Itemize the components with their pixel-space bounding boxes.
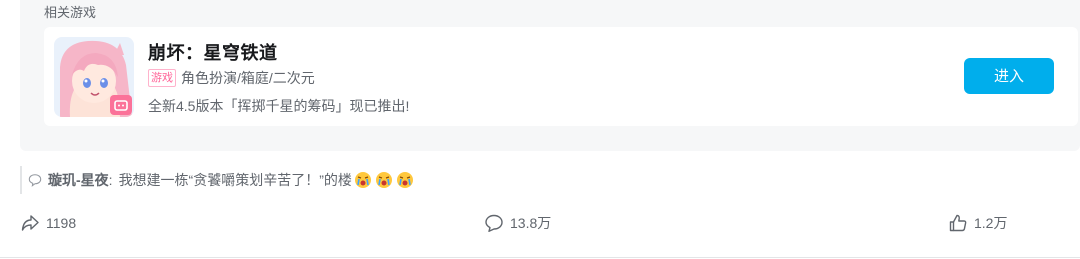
share-arrow-icon	[21, 215, 39, 231]
crying-face-emoji-icon	[396, 172, 413, 188]
crying-face-emoji-icon	[354, 172, 371, 188]
comment-count: 13.8万	[510, 215, 552, 231]
card-divider	[0, 257, 1080, 258]
game-genres: 角色扮演/箱庭/二次元	[181, 70, 315, 86]
forward-button[interactable]: 1198	[20, 213, 76, 233]
comment-username[interactable]: 璇玑-星夜	[48, 170, 109, 190]
like-button[interactable]: 1.2万	[948, 213, 1007, 233]
top-comment[interactable]: 璇玑-星夜 : 我想建一栋“贪饕嚼策划辛苦了！”的楼	[20, 166, 416, 194]
comment-button[interactable]: 13.8万	[484, 213, 551, 233]
game-card[interactable]: 崩坏：星穹铁道 游戏 角色扮演/箱庭/二次元 全新4.5版本「挥掷千星的筹码」现…	[44, 27, 1078, 126]
game-tags: 游戏 角色扮演/箱庭/二次元	[148, 68, 315, 88]
related-games-panel: 相关游戏 崩坏：星穹铁道 游戏 角色扮演/箱庭/二次元 全新4.5版本「挥掷千星…	[20, 0, 1080, 151]
like-count: 1.2万	[974, 215, 1008, 231]
enter-game-button[interactable]: 进入	[964, 58, 1054, 94]
comment-icon	[485, 214, 503, 232]
emoji-group	[353, 171, 416, 189]
thumbs-up-icon	[949, 214, 967, 232]
comment-text: 我想建一栋“贪饕嚼策划辛苦了！”的楼	[118, 172, 352, 188]
comment-separator: :	[108, 172, 113, 188]
crying-face-emoji-icon	[375, 172, 392, 188]
game-name[interactable]: 崩坏：星穹铁道	[148, 39, 278, 65]
game-cover-image[interactable]	[54, 37, 134, 117]
forward-count: 1198	[46, 215, 77, 231]
game-type-badge: 游戏	[148, 69, 176, 87]
game-description: 全新4.5版本「挥掷千星的筹码」现已推出!	[148, 98, 410, 114]
comment-bubble-icon	[28, 174, 42, 187]
related-games-title: 相关游戏	[44, 5, 97, 20]
